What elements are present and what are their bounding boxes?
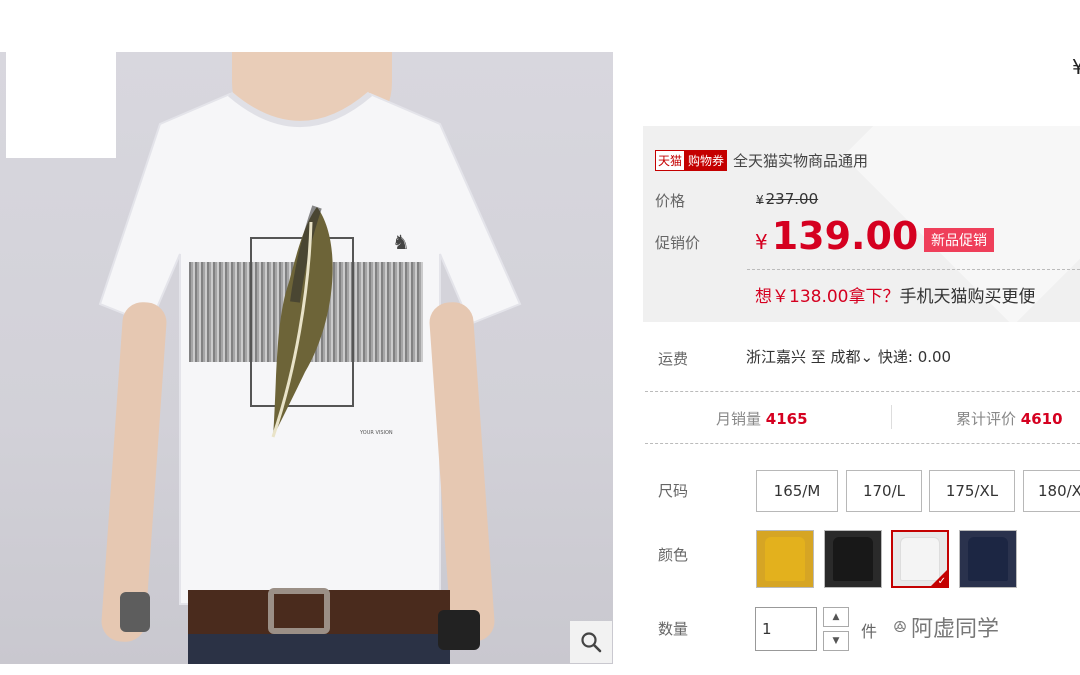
product-page: ♞ YOUR VISION ¥ 天猫 购物券 全天猫实物商品通用 价格 ¥237… [0,0,1080,675]
color-swatch-black[interactable] [824,530,882,588]
mobile-promo-link[interactable]: 想￥138.00拿下？手机天猫购买更便 [755,282,1035,307]
print-caption: YOUR VISION [360,430,393,436]
size-option-175xl[interactable]: 175/XL [929,470,1015,512]
promo-price-label: 促销价 [655,234,701,252]
checkmark-icon: ✓ [937,576,946,587]
promo-price-value: 139.00 [771,214,919,258]
swatch-tee-black [833,537,873,581]
original-price: ¥237.00 [756,190,818,208]
monthly-sales: 月销量 4165 [716,408,808,429]
stats-divider [891,405,892,429]
color-swatch-white[interactable]: ✓ [891,530,949,588]
promo-price-currency: ¥ [755,230,768,254]
review-count-value: 4610 [1020,410,1063,428]
brand-logo-print: ♞ [392,230,410,254]
quantity-increase-button[interactable]: ▲ [823,607,849,627]
wechat-icon: ꔮ [893,616,908,638]
color-label: 颜色 [658,546,689,564]
price-panel: 天猫 购物券 全天猫实物商品通用 价格 ¥237.00 促销价 ¥ 139.00… [643,126,1080,322]
size-option-170l[interactable]: 170/L [846,470,922,512]
coupon-row[interactable]: 天猫 购物券 全天猫实物商品通用 [655,150,868,171]
mobile-promo-highlight: 想￥138.00拿下？ [755,287,900,307]
stats-divider-line [645,443,1080,444]
original-price-value: 237.00 [765,190,819,208]
belt-buckle [268,588,330,634]
review-count[interactable]: 累计评价 4610 [956,408,1063,429]
size-option-180xxl[interactable]: 180/X [1023,470,1080,512]
monthly-sales-value: 4165 [765,410,808,428]
new-promo-badge: 新品促销 [924,228,994,252]
watermark-text: 阿虚同学 [911,617,1000,642]
magnifier-icon [581,632,602,653]
zoom-button[interactable] [570,621,612,663]
bracelet [120,592,150,632]
shipping-info[interactable]: 浙江嘉兴 至 成都⌄ 快递: 0.00 [746,346,951,367]
shipping-divider [645,391,1080,392]
cut-off-header-glyph: ¥ [1072,55,1080,79]
tmall-tag: 天猫 [655,150,686,171]
quantity-unit: 件 [861,622,878,641]
price-divider [747,269,1080,270]
feather-print [271,205,333,438]
image-blank-patch [6,52,116,158]
coupon-description: 全天猫实物商品通用 [733,152,869,170]
wechat-watermark: ꔮ 阿虚同学 [893,611,999,643]
review-count-label: 累计评价 [956,410,1017,428]
monthly-sales-label: 月销量 [716,410,762,428]
quantity-label: 数量 [658,620,689,638]
jeans [188,634,450,664]
original-price-currency: ¥ [756,193,764,207]
shipping-label: 运费 [658,350,689,368]
size-label: 尺码 [658,482,689,500]
color-swatch-navy[interactable] [959,530,1017,588]
wrist-watch [438,610,480,650]
price-label: 价格 [655,192,686,210]
quantity-input[interactable] [755,607,817,651]
mobile-promo-text: 手机天猫购买更便 [899,287,1036,307]
size-option-165m[interactable]: 165/M [756,470,838,512]
swatch-tee-yellow [765,537,805,581]
color-swatch-yellow[interactable] [756,530,814,588]
quantity-decrease-button[interactable]: ▼ [823,631,849,651]
promo-price: ¥ 139.00 [755,214,918,258]
product-main-image[interactable]: ♞ YOUR VISION [0,52,613,664]
swatch-tee-navy [968,537,1008,581]
coupon-tag: 购物券 [685,150,728,171]
